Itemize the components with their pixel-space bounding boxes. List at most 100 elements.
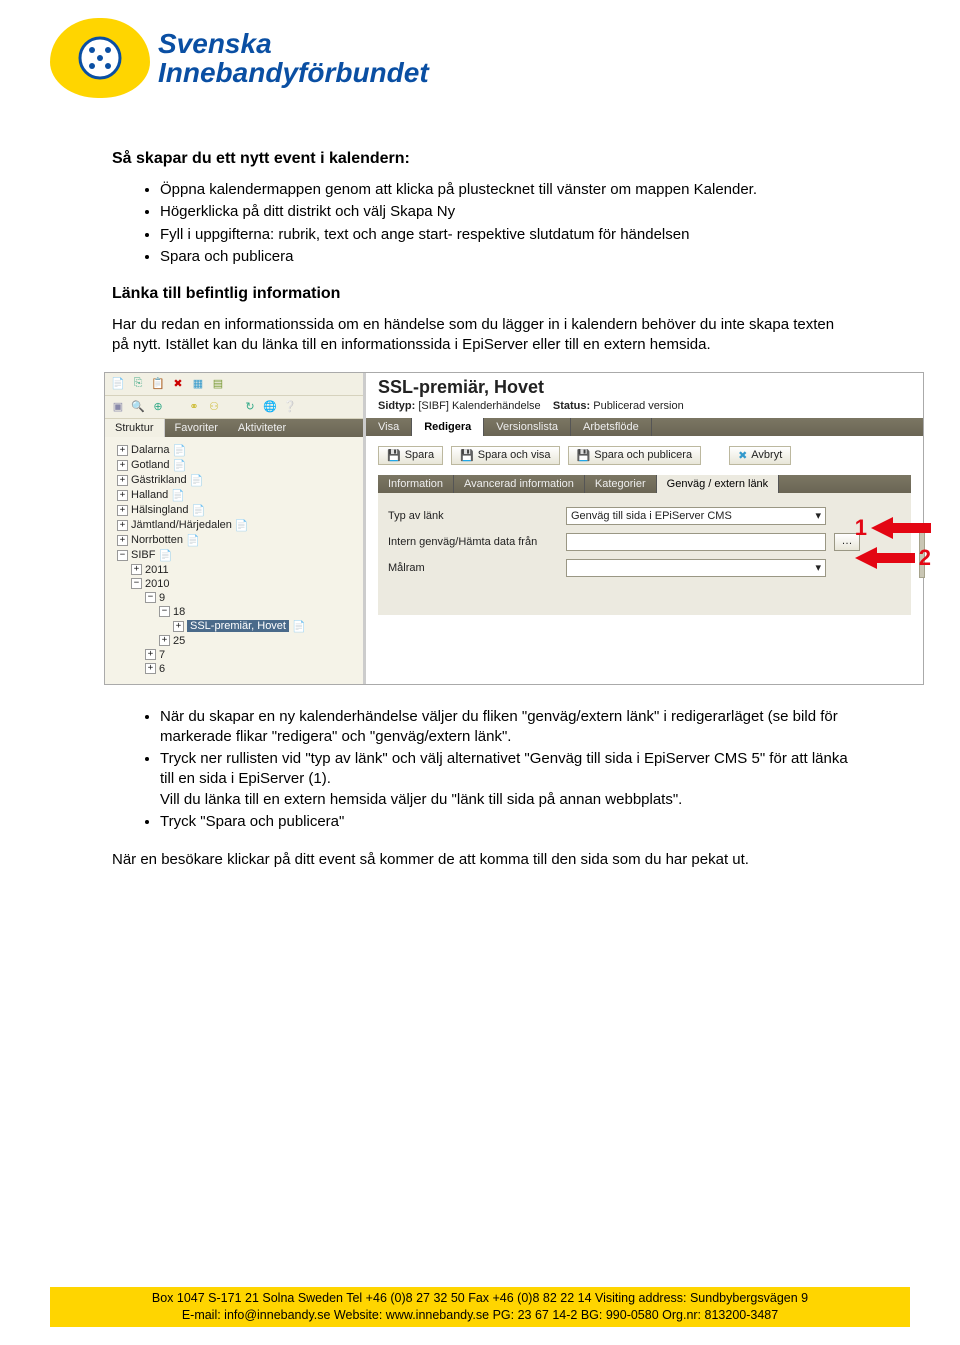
preview-icon[interactable]: ▦ xyxy=(191,377,205,391)
delete-icon[interactable]: ✖ xyxy=(171,377,185,391)
logo-line1: Svenska xyxy=(158,29,429,58)
tree-expander[interactable]: + xyxy=(117,520,128,531)
paste-icon[interactable]: 📋 xyxy=(151,377,165,391)
save-icon: 💾 xyxy=(387,449,401,462)
world-icon[interactable]: 🌐 xyxy=(263,400,277,414)
save-icon: 💾 xyxy=(577,449,591,462)
tree-expander[interactable]: − xyxy=(117,550,128,561)
callout-number: 2 xyxy=(919,545,931,571)
tree-row[interactable]: +6 xyxy=(109,662,359,676)
save-icon: 💾 xyxy=(460,449,474,462)
tree-expander[interactable]: + xyxy=(131,564,142,575)
tree-row[interactable]: +Gästrikland📄 xyxy=(109,473,359,488)
page-icon: 📄 xyxy=(173,459,187,472)
copy-icon[interactable]: ⎘ xyxy=(131,377,145,391)
logo-ball-icon xyxy=(50,18,150,98)
input-internal-shortcut[interactable] xyxy=(566,533,826,551)
tree-row[interactable]: −SIBF📄 xyxy=(109,548,359,563)
tab-redigera[interactable]: Redigera xyxy=(412,418,484,436)
tree-row[interactable]: −18 xyxy=(109,605,359,619)
tree-row[interactable]: −9 xyxy=(109,591,359,605)
tab-arbetsflode[interactable]: Arbetsflöde xyxy=(571,418,652,436)
tree-row[interactable]: +Gotland📄 xyxy=(109,458,359,473)
action-buttons: 💾Spara 💾Spara och visa 💾Spara och public… xyxy=(378,446,911,465)
tree-expander[interactable]: + xyxy=(117,475,128,486)
tree-expander[interactable]: − xyxy=(159,606,170,617)
tree-expander[interactable]: + xyxy=(145,663,156,674)
toolbar-row-2: ▣ 🔍 ⊕ ⚭ ⚇ ↻ 🌐 ❔ xyxy=(105,396,363,419)
tree-row[interactable]: +25 xyxy=(109,634,359,648)
save-button[interactable]: 💾Spara xyxy=(378,446,443,465)
footer-line-1: Box 1047 S-171 21 Solna Sweden Tel +46 (… xyxy=(56,1290,904,1307)
tree-label: 2011 xyxy=(145,564,169,576)
tree-row[interactable]: +7 xyxy=(109,648,359,662)
tree-row[interactable]: +Dalarna📄 xyxy=(109,443,359,458)
tree-expander[interactable]: + xyxy=(159,635,170,646)
cancel-button[interactable]: ✖Avbryt xyxy=(729,446,791,465)
settings-icon[interactable]: ▤ xyxy=(211,377,225,391)
tree-row[interactable]: +Norrbotten📄 xyxy=(109,533,359,548)
link-icon[interactable]: ⚭ xyxy=(187,400,201,414)
footer-line-2: E-mail: info@innebandy.se Website: www.i… xyxy=(56,1307,904,1324)
page-icon: 📄 xyxy=(171,489,185,502)
tree-icon[interactable]: ▣ xyxy=(111,400,125,414)
floorball-icon xyxy=(77,35,123,81)
tree-label: SIBF xyxy=(131,549,155,561)
tree-label: 6 xyxy=(159,663,165,675)
tree-expander[interactable]: + xyxy=(145,649,156,660)
tab-shortcut[interactable]: Genväg / extern länk xyxy=(657,475,780,493)
logo-text: Svenska Innebandyförbundet xyxy=(158,29,429,88)
tab-visa[interactable]: Visa xyxy=(366,418,412,436)
tab-struktur[interactable]: Struktur xyxy=(105,419,165,437)
globe-icon[interactable]: ⊕ xyxy=(151,400,165,414)
org-logo: Svenska Innebandyförbundet xyxy=(50,18,429,98)
select-link-type[interactable]: Genväg till sida i EPiServer CMS ▾ xyxy=(566,507,826,525)
tab-aktiviteter[interactable]: Aktiviteter xyxy=(228,419,296,437)
property-tabs: Information Avancerad information Katego… xyxy=(378,475,911,493)
list-item: När du skapar en ny kalenderhändelse väl… xyxy=(160,707,852,748)
list-item: Tryck ner rullisten vid "typ av länk" oc… xyxy=(160,749,852,810)
tree-expander[interactable]: + xyxy=(117,535,128,546)
tab-kategorier[interactable]: Kategorier xyxy=(585,475,657,493)
page-icon: 📄 xyxy=(191,504,205,517)
new-page-icon[interactable]: 📄 xyxy=(111,377,125,391)
tab-favoriter[interactable]: Favoriter xyxy=(165,419,228,437)
list-item: Högerklicka på ditt distrikt och välj Sk… xyxy=(160,202,852,222)
left-panel: 📄 ⎘ 📋 ✖ ▦ ▤ ▣ 🔍 ⊕ ⚭ ⚇ ↻ 🌐 xyxy=(105,373,365,684)
page-icon: 📄 xyxy=(190,474,204,487)
tab-advanced[interactable]: Avancerad information xyxy=(454,475,585,493)
tree-label: Gästrikland xyxy=(131,474,187,486)
tree-row[interactable]: +SSL-premiär, Hovet📄 xyxy=(109,619,359,634)
tree-expander[interactable]: + xyxy=(173,621,184,632)
label-link-type: Typ av länk xyxy=(388,510,558,522)
tab-information[interactable]: Information xyxy=(378,475,454,493)
tree-expander[interactable]: + xyxy=(117,490,128,501)
paragraph-visitor: När en besökare klickar på ditt event så… xyxy=(112,850,852,870)
paragraph-link: Har du redan en informationssida om en h… xyxy=(112,315,852,356)
users-icon[interactable]: ⚇ xyxy=(207,400,221,414)
tree-row[interactable]: −2010 xyxy=(109,577,359,591)
refresh-icon[interactable]: ↻ xyxy=(243,400,257,414)
tree-expander[interactable]: + xyxy=(117,505,128,516)
tree-expander[interactable]: + xyxy=(117,445,128,456)
tab-versionslista[interactable]: Versionslista xyxy=(484,418,571,436)
select-target-frame[interactable]: ▾ xyxy=(566,559,826,577)
sidtyp-value: [SIBF] Kalenderhändelse xyxy=(418,400,540,412)
search-icon[interactable]: 🔍 xyxy=(131,400,145,414)
tree-expander[interactable]: + xyxy=(117,460,128,471)
tree-row[interactable]: +Hälsingland📄 xyxy=(109,503,359,518)
list-item: Öppna kalendermappen genom att klicka på… xyxy=(160,180,852,200)
list-create-event: Öppna kalendermappen genom att klicka på… xyxy=(112,180,852,267)
tree-label: Jämtland/Härjedalen xyxy=(131,519,232,531)
tree-row[interactable]: +Halland📄 xyxy=(109,488,359,503)
label-target-frame: Målram xyxy=(388,562,558,574)
save-publish-button[interactable]: 💾Spara och publicera xyxy=(568,446,702,465)
help-icon[interactable]: ❔ xyxy=(283,400,297,414)
tree-row[interactable]: +2011 xyxy=(109,563,359,577)
tree-row[interactable]: +Jämtland/Härjedalen📄 xyxy=(109,518,359,533)
tree-expander[interactable]: − xyxy=(131,578,142,589)
tree-label: 2010 xyxy=(145,578,169,590)
tree-expander[interactable]: − xyxy=(145,592,156,603)
save-view-button[interactable]: 💾Spara och visa xyxy=(451,446,559,465)
main-content: Så skapar du ett nytt event i kalendern:… xyxy=(112,150,852,880)
